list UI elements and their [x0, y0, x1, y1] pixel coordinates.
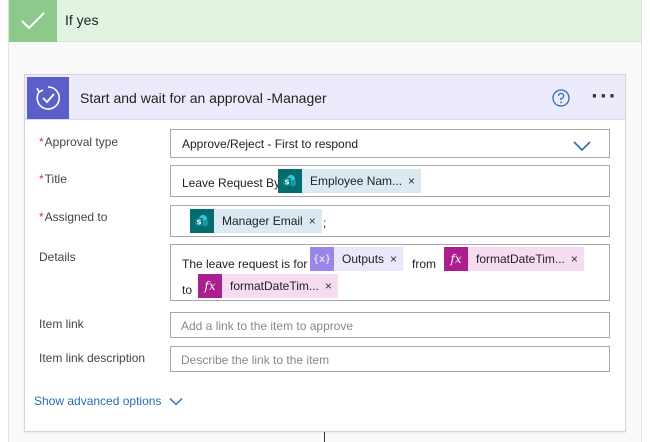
details-text: The leave request is for: [182, 257, 308, 271]
remove-token-icon[interactable]: ×: [325, 279, 338, 293]
svg-text:S: S: [284, 179, 289, 187]
approval-type-value: Approve/Reject - First to respond: [182, 137, 359, 151]
assigned-to-label: *Assigned to: [39, 210, 107, 224]
sharepoint-icon: S: [278, 169, 302, 193]
remove-token-icon[interactable]: ×: [408, 174, 421, 188]
employee-name-token[interactable]: S Employee Nam... ×: [278, 169, 422, 193]
remove-token-icon[interactable]: ×: [571, 252, 584, 266]
action-title[interactable]: Start and wait for an approval -Manager: [80, 90, 327, 106]
format-date-from-token[interactable]: fx formatDateTim... ×: [444, 247, 584, 271]
label-text: Item link description: [39, 351, 146, 365]
flow-connector-line: [324, 432, 325, 442]
item-link-label: Item link: [39, 317, 84, 331]
item-link-description-placeholder: Describe the link to the item: [181, 353, 330, 367]
label-text: Details: [39, 250, 76, 264]
title-label: *Title: [39, 172, 67, 186]
branch-label: If yes: [65, 12, 99, 28]
details-input[interactable]: The leave request is for {x} Outputs × f…: [170, 244, 610, 301]
item-link-description-input[interactable]: Describe the link to the item: [170, 346, 610, 372]
remove-token-icon[interactable]: ×: [309, 214, 322, 228]
separator-text: ;: [323, 216, 327, 230]
item-link-placeholder: Add a link to the item to approve: [181, 319, 354, 333]
more-icon[interactable]: ···: [591, 88, 618, 106]
details-text: to: [182, 283, 193, 297]
flow-designer-canvas: If yes Start and wait for an approval -M…: [0, 0, 650, 442]
details-text: from: [412, 257, 436, 271]
details-label: Details: [39, 250, 76, 264]
if-yes-branch-header[interactable]: If yes: [8, 0, 642, 42]
fx-icon: fx: [198, 274, 222, 298]
sharepoint-icon: S: [190, 209, 214, 233]
assigned-to-input[interactable]: S Manager Email × ;: [170, 205, 610, 237]
help-icon[interactable]: [551, 88, 571, 108]
outputs-token[interactable]: {x} Outputs ×: [310, 247, 404, 271]
required-marker: *: [39, 172, 44, 186]
remove-token-icon[interactable]: ×: [390, 252, 403, 266]
action-header[interactable]: Start and wait for an approval -Manager …: [25, 75, 625, 120]
token-label: Employee Nam...: [310, 174, 403, 188]
approval-action-card: Start and wait for an approval -Manager …: [24, 74, 626, 432]
approval-icon: [27, 77, 69, 119]
label-text: Title: [44, 172, 67, 186]
title-prefix-text: Leave Request By: [182, 176, 281, 190]
item-link-description-label: Item link description: [39, 351, 145, 365]
label-text: Item link: [39, 317, 84, 331]
chevron-down-icon[interactable]: [573, 140, 591, 152]
manager-email-token[interactable]: S Manager Email ×: [190, 209, 322, 233]
fx-icon: fx: [444, 247, 468, 271]
format-date-to-token[interactable]: fx formatDateTim... ×: [198, 274, 338, 298]
token-label: Manager Email: [222, 214, 303, 228]
required-marker: *: [39, 210, 44, 224]
checkmark-icon: [9, 0, 57, 42]
label-text: Assigned to: [44, 210, 108, 224]
variable-icon: {x}: [310, 247, 334, 271]
chevron-down-icon: [169, 397, 183, 405]
required-marker: *: [39, 135, 44, 149]
advanced-options-label: Show advanced options: [34, 394, 162, 408]
svg-text:S: S: [196, 219, 201, 227]
approval-type-label: *Approval type: [39, 135, 118, 149]
show-advanced-options-link[interactable]: Show advanced options: [34, 394, 183, 408]
title-input[interactable]: Leave Request By S Employee Nam... ×: [170, 165, 610, 197]
item-link-input[interactable]: Add a link to the item to approve: [170, 312, 610, 338]
token-label: formatDateTim...: [476, 252, 565, 266]
label-text: Approval type: [44, 135, 119, 149]
approval-type-dropdown[interactable]: Approve/Reject - First to respond: [170, 129, 610, 158]
token-label: Outputs: [342, 252, 385, 266]
token-label: formatDateTim...: [230, 279, 319, 293]
